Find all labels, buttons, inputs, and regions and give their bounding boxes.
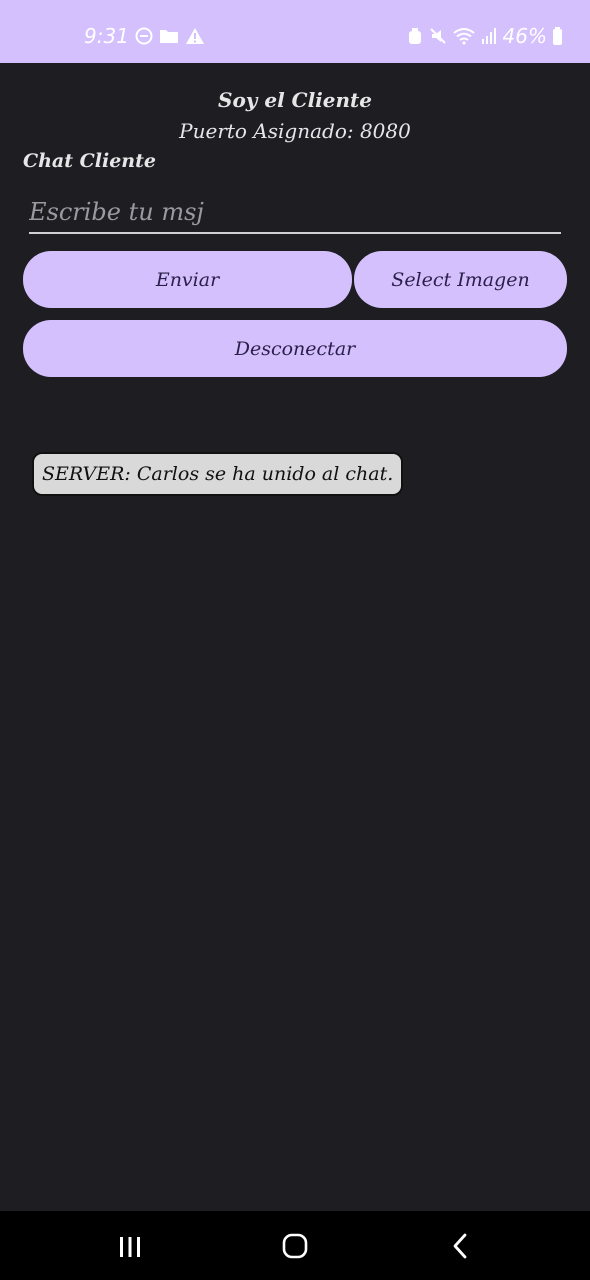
folder-icon (159, 28, 179, 44)
home-icon[interactable] (282, 1233, 308, 1259)
status-bar: 9:31 46% (0, 0, 590, 63)
mute-icon (429, 27, 447, 45)
warning-icon (185, 27, 205, 45)
status-right: 46% (407, 24, 562, 48)
battery-icon (553, 27, 562, 45)
chat-label: Chat Cliente (23, 150, 156, 172)
alarm-icon (407, 27, 423, 45)
select-image-button[interactable]: Select Imagen (354, 251, 567, 308)
battery-level: 46% (502, 24, 547, 48)
navigation-bar (0, 1211, 590, 1280)
wifi-icon (452, 27, 475, 45)
chat-message: SERVER: Carlos se ha unido al chat. (32, 452, 404, 496)
recents-icon[interactable] (118, 1235, 142, 1259)
status-left: 9:31 (84, 24, 205, 48)
disconnect-button[interactable]: Desconectar (23, 320, 567, 377)
assigned-port: Puerto Asignado: 8080 (179, 119, 411, 143)
send-button[interactable]: Enviar (23, 251, 352, 308)
back-icon[interactable] (451, 1233, 469, 1259)
message-input[interactable] (29, 192, 561, 234)
page-title: Soy el Cliente (218, 88, 372, 112)
status-time: 9:31 (84, 24, 129, 48)
signal-icon (481, 27, 497, 45)
do-not-disturb-icon (135, 27, 153, 45)
